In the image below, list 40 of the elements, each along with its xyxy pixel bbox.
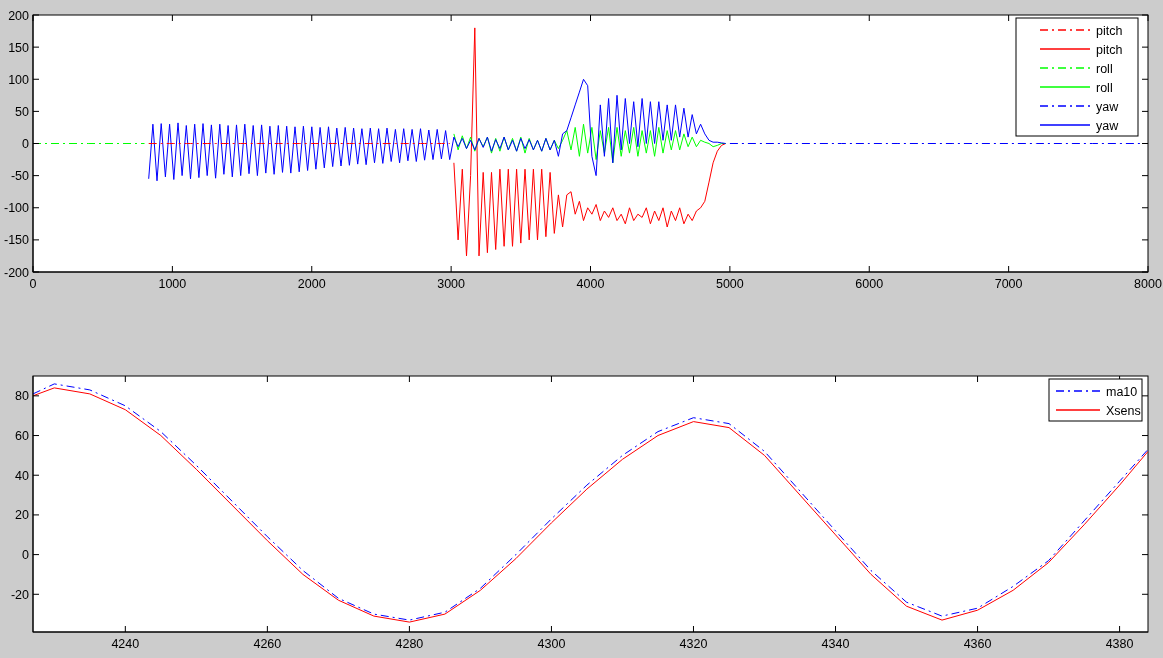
tick-label: 4280 [395, 637, 424, 651]
tick-label: 20 [15, 508, 29, 523]
tick-label: 4360 [963, 637, 992, 651]
tick-label: 1000 [158, 277, 187, 291]
tick-label: 4260 [253, 637, 282, 651]
tick-label: 4300 [537, 637, 566, 651]
tick-label: 80 [15, 389, 29, 404]
legend-label: ma10 [1106, 384, 1138, 399]
tick-label: 0 [22, 137, 29, 151]
tick-label: 3000 [437, 277, 466, 291]
tick-label: 150 [8, 40, 29, 55]
tick-label: -200 [3, 265, 29, 280]
legend-label: pitch [1096, 42, 1123, 57]
tick-label: 2000 [297, 277, 326, 291]
tick-label: -100 [3, 201, 29, 216]
legend-label: yaw [1096, 99, 1119, 114]
tick-label: 4320 [679, 637, 708, 651]
tick-label: 6000 [855, 277, 884, 291]
legend-label: yaw [1096, 118, 1119, 133]
tick-label: 50 [15, 104, 29, 119]
tick-label: 60 [15, 429, 29, 444]
tick-label: -20 [10, 587, 29, 602]
tick-label: -50 [10, 169, 29, 184]
tick-label: 40 [15, 468, 29, 483]
tick-label: 4000 [576, 277, 605, 291]
legend-label: pitch [1096, 23, 1123, 38]
tick-label: 5000 [715, 277, 744, 291]
legend-label: Xsens [1106, 403, 1141, 418]
tick-label: 4340 [821, 637, 850, 651]
tick-label: 0 [22, 548, 29, 563]
tick-label: 4240 [111, 637, 140, 651]
tick-label: -150 [3, 233, 29, 248]
legend-label: roll [1096, 61, 1113, 76]
tick-label: 4380 [1105, 637, 1134, 651]
tick-label: 100 [8, 72, 29, 87]
tick-label: 7000 [994, 277, 1023, 291]
legend-label: roll [1096, 80, 1113, 95]
tick-label: 0 [29, 277, 37, 291]
tick-label: 8000 [1134, 277, 1162, 291]
tick-label: 200 [8, 8, 29, 23]
